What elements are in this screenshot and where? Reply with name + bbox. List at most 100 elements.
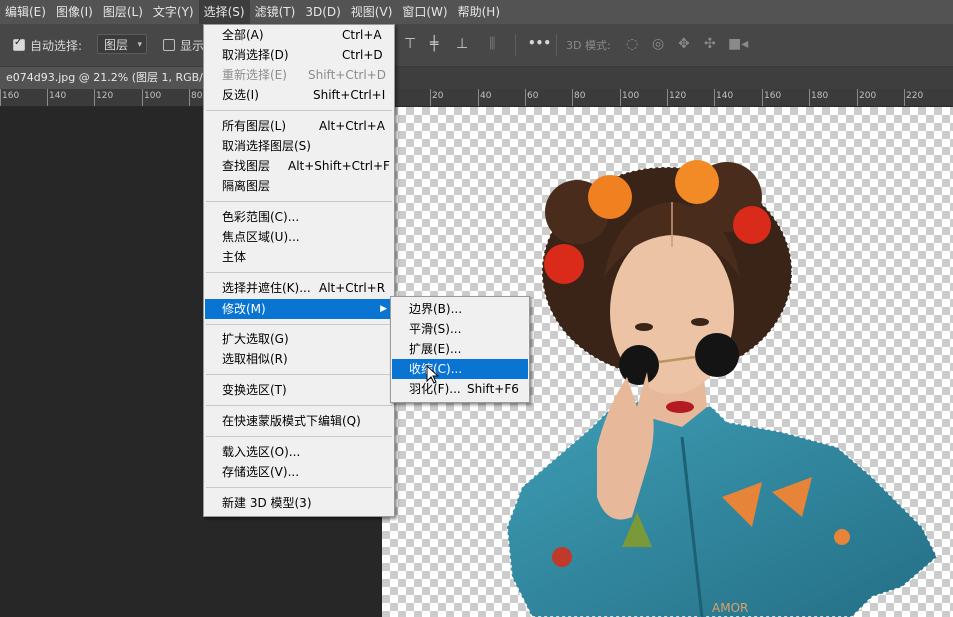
select-dropdown-menu: 全部(A) Ctrl+A 取消选择(D) Ctrl+D 重新选择(E) Shift+C… [203,24,395,517]
ruler-tick [714,89,715,106]
menu-item-save-selection[interactable]: 存储选区(V)... [205,462,393,482]
menu-item-inverse[interactable]: 反选(I) Shift+Ctrl+I [205,85,393,105]
ruler-label: 160 [764,91,782,101]
menu-item-feather[interactable]: 羽化(F)... Shift+F6 [392,379,528,399]
auto-select-target-value: 图层 [104,38,129,52]
menu-item-color-range[interactable]: 色彩范围(C)... [205,207,393,227]
menu-item-grow[interactable]: 扩大选取(G) [205,329,393,349]
menu-separator [206,436,392,437]
menu-item-new-3d-model[interactable]: 新建 3D 模型(3) [205,493,393,513]
menu-filter[interactable]: 滤镜(T) [250,0,301,24]
ruler-label: 100 [622,91,640,101]
menu-3d[interactable]: 3D(D) [300,0,345,24]
auto-select-label: 自动选择: [30,39,83,53]
menu-separator [206,374,392,375]
auto-select-checkbox[interactable] [13,37,25,51]
menu-separator [206,272,392,273]
roll-3d-icon[interactable]: ◎ [652,36,664,52]
menu-separator [206,110,392,111]
pan-3d-icon[interactable]: ✥ [678,36,690,52]
distribute-icon[interactable]: ⫼ [489,36,495,52]
ruler-tick [189,89,190,106]
menu-item-expand[interactable]: 扩展(E)... [392,339,528,359]
menu-item-deselect[interactable]: 取消选择(D) Ctrl+D [205,45,393,65]
ruler-label: 120 [669,91,687,101]
ruler-label: 120 [96,91,114,101]
ruler-tick [142,89,143,106]
ruler-label: 40 [480,91,492,101]
ruler-label: 140 [716,91,734,101]
ruler-tick [47,89,48,106]
ruler-label: 80 [574,91,586,101]
menu-item-focus-area[interactable]: 焦点区域(U)... [205,227,393,247]
menu-item-find-layers[interactable]: 查找图层 Alt+Shift+Ctrl+F [205,156,393,176]
ruler-tick [94,89,95,106]
menu-item-select-and-mask[interactable]: 选择并遮住(K)... Alt+Ctrl+R [205,278,393,298]
menu-separator [206,201,392,202]
chevron-down-icon: ▾ [137,40,142,50]
mouse-cursor-icon [426,365,440,384]
ruler-label: 160 [2,91,20,101]
menu-view[interactable]: 视图(V) [346,0,398,24]
ruler-label: 200 [859,91,877,101]
horizontal-ruler: 160 140 120 100 80 20 40 60 80 100 120 1… [0,89,953,107]
ruler-tick [857,89,858,106]
slide-3d-icon[interactable]: ✣ [704,36,716,52]
document-tab-bar: e074d93.jpg @ 21.2% (图层 1, RGB/8) * [0,67,953,89]
menu-image[interactable]: 图像(I) [51,0,98,24]
dress-print-text: AMOR [712,601,748,615]
ruler-label: 20 [432,91,444,101]
menu-item-modify[interactable]: 修改(M) ▶ [205,299,393,319]
ruler-label: 60 [527,91,539,101]
ruler-label: 220 [906,91,924,101]
ruler-label: 100 [144,91,162,101]
ruler-label: 80 [191,91,203,101]
menu-help[interactable]: 帮助(H) [453,0,505,24]
show-transform-checkbox[interactable] [163,39,175,51]
menu-layer[interactable]: 图层(L) [98,0,148,24]
menu-item-quick-mask[interactable]: 在快速蒙版模式下编辑(Q) [205,411,393,431]
more-options-icon[interactable]: ••• [528,36,551,50]
ruler-tick [667,89,668,106]
menu-item-contract[interactable]: 收缩(C)... [392,359,528,379]
menu-item-similar[interactable]: 选取相似(R) [205,349,393,369]
menu-window[interactable]: 窗口(W) [397,0,452,24]
menu-type[interactable]: 文字(Y) [148,0,199,24]
align-vertical-center-icon[interactable]: ╪ [430,36,438,52]
3d-mode-label: 3D 模式: [566,39,611,52]
menu-item-subject[interactable]: 主体 [205,247,393,267]
menu-item-all-layers[interactable]: 所有图层(L) Alt+Ctrl+A [205,116,393,136]
ruler-tick [620,89,621,106]
modify-submenu: 边界(B)... 平滑(S)... 扩展(E)... 收缩(C)... 羽化(F… [390,296,530,403]
menu-item-smooth[interactable]: 平滑(S)... [392,319,528,339]
menu-edit[interactable]: 编辑(E) [0,0,51,24]
orbit-3d-icon[interactable]: ◌ [626,36,638,52]
ruler-label: 140 [49,91,67,101]
toolbar-divider [556,34,557,56]
ruler-tick [0,89,1,106]
ruler-tick [904,89,905,106]
menu-item-border[interactable]: 边界(B)... [392,299,528,319]
menu-separator [206,487,392,488]
menu-item-load-selection[interactable]: 载入选区(O)... [205,442,393,462]
menu-item-isolate-layers[interactable]: 隔离图层 [205,176,393,196]
menu-separator [206,324,392,325]
ruler-tick [809,89,810,106]
ruler-label: 180 [811,91,829,101]
menu-select[interactable]: 选择(S) [198,0,250,24]
auto-select-target-dropdown[interactable]: 图层 ▾ [97,34,147,54]
align-top-icon[interactable]: ⊤ [404,36,416,52]
menu-item-transform-selection[interactable]: 变换选区(T) [205,380,393,400]
menu-bar: 编辑(E) 图像(I) 图层(L) 文字(Y) 选择(S) 滤镜(T) 3D(D… [0,0,953,24]
align-bottom-icon[interactable]: ⊥ [456,36,468,52]
menu-item-select-all[interactable]: 全部(A) Ctrl+A [205,25,393,45]
options-bar: 自动选择: 图层 ▾ 显示 ⊤ ╪ ⊥ ⫼ ••• 3D 模式: ◌ ◎ ✥ ✣… [0,24,953,67]
document-tab[interactable]: e074d93.jpg @ 21.2% (图层 1, RGB/8) * [0,67,230,89]
menu-item-reselect[interactable]: 重新选择(E) Shift+Ctrl+D [205,65,393,85]
scale-3d-icon[interactable]: ■◂ [728,36,748,52]
show-transform-label: 显示 [180,39,205,53]
ruler-tick [430,89,431,106]
menu-separator [206,405,392,406]
submenu-arrow-icon: ▶ [380,304,387,314]
menu-item-deselect-layers[interactable]: 取消选择图层(S) [205,136,393,156]
